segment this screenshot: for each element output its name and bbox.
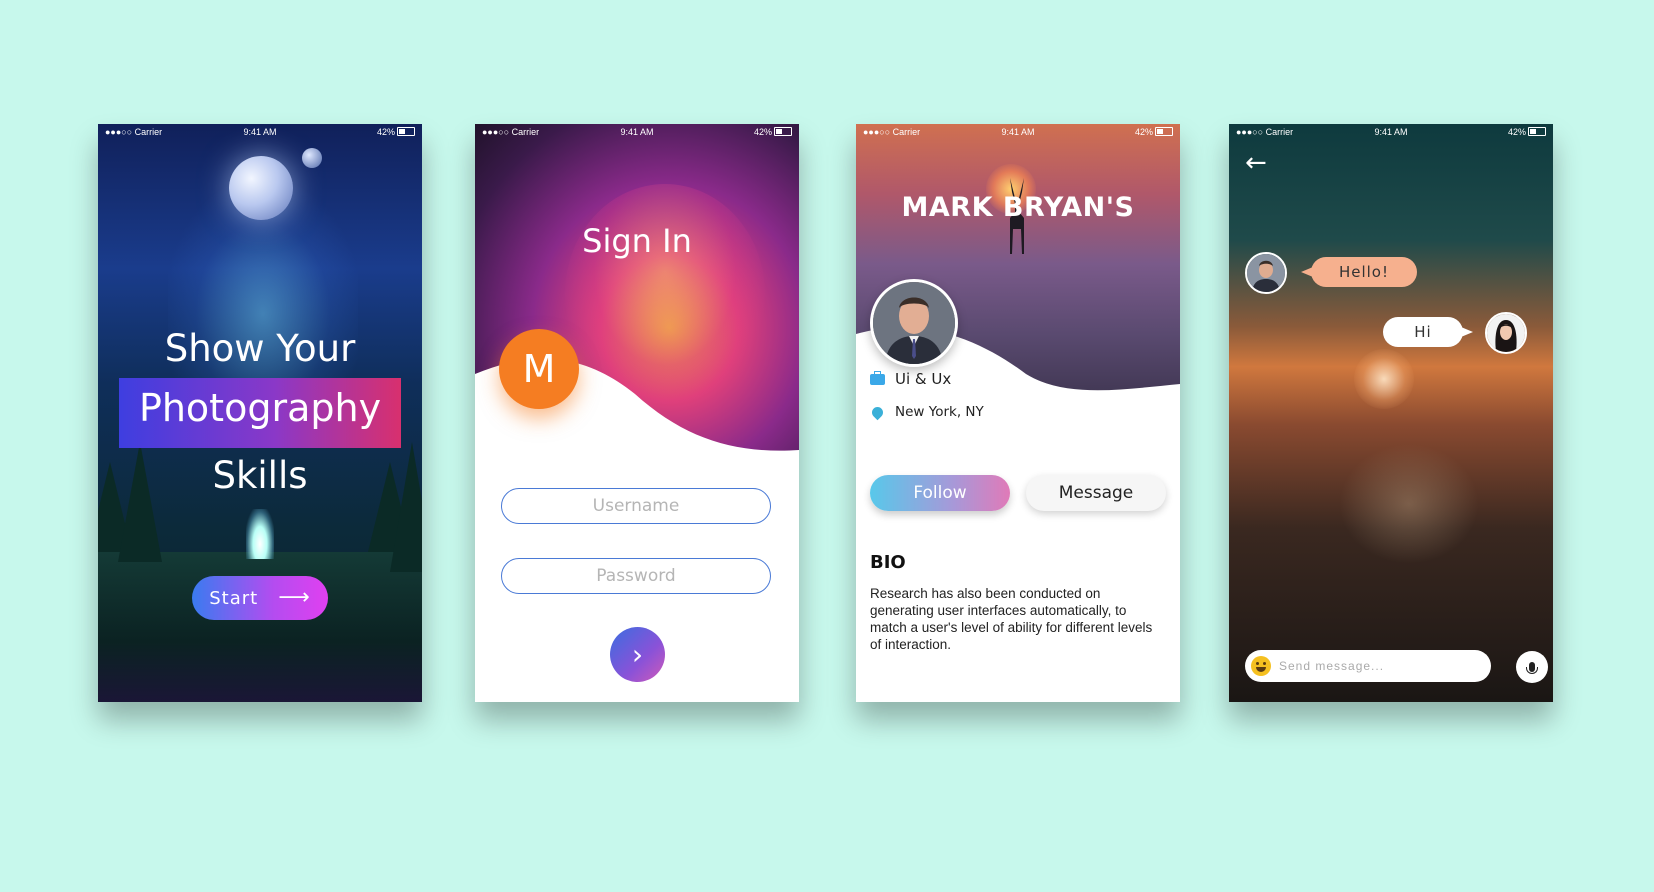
profile-screen: ●●●○○ Carrier 9:41 AM 42% MARK BRYAN'S U… [856,124,1180,702]
deer-silhouette [1010,178,1024,254]
message-placeholder: Send message... [1279,659,1385,673]
location-row: New York, NY [869,404,984,420]
clock-label: 9:41 AM [620,127,654,137]
start-button[interactable]: Start ⟶ [192,576,328,620]
small-moon-graphic [302,148,322,168]
back-arrow-icon[interactable]: ← [1245,148,1267,178]
job-row: Ui & Ux [870,370,951,388]
avatar[interactable]: M [499,329,579,409]
battery-label: 42% [753,127,772,137]
location-label: New York, NY [895,404,984,420]
battery-icon [397,127,415,136]
status-bar: ●●●○○ Carrier 9:41 AM 42% [98,124,422,140]
forest-ground [98,552,422,702]
avatar[interactable] [870,279,958,367]
incoming-message-text: Hello! [1338,263,1390,281]
message-input[interactable]: Send message... [1245,650,1491,682]
status-bar: ●●●○○ Carrier 9:41 AM 42% [856,124,1180,140]
clock-label: 9:41 AM [1374,127,1408,137]
chat-screen: ●●●○○ Carrier 9:41 AM 42% ← Hello! Hi Se… [1229,124,1553,702]
submit-button[interactable]: › [610,627,665,682]
start-label: Start [209,587,259,609]
follow-button[interactable]: Follow [870,475,1010,511]
onboarding-screen: ●●●○○ Carrier 9:41 AM 42% Show Your Phot… [98,124,422,702]
briefcase-icon [870,370,885,385]
outgoing-message-bubble: Hi [1383,317,1473,347]
man-avatar-photo [1247,254,1285,292]
clock-label: 9:41 AM [1001,127,1035,137]
person-photo [873,282,955,364]
follow-label: Follow [913,483,967,503]
headline-line-3: Skills [212,454,308,497]
battery-label: 42% [1134,127,1153,137]
headline-line-1: Show Your [164,327,356,370]
arrow-right-icon: ⟶ [278,585,311,610]
password-placeholder: Password [596,566,676,586]
microphone-icon [1526,662,1538,674]
outgoing-message-text: Hi [1414,323,1432,341]
woman-avatar-photo [1487,314,1525,352]
sender-avatar[interactable] [1245,252,1287,294]
battery-indicator: 42% [1508,127,1546,137]
battery-indicator: 42% [377,127,415,137]
headline-line-2: Photography [138,386,382,430]
username-placeholder: Username [592,496,680,516]
chevron-right-icon: › [631,638,644,671]
incoming-message-bubble: Hello! [1301,257,1417,287]
emoji-icon[interactable] [1251,656,1271,676]
battery-icon [1528,127,1546,136]
moon-graphic [229,156,293,220]
sun-glow [1354,349,1414,409]
page-title: Sign In [582,222,692,260]
message-button[interactable]: Message [1026,475,1166,511]
job-label: Ui & Ux [895,370,952,388]
avatar-letter: M [522,347,556,391]
battery-indicator: 42% [1135,127,1173,137]
battery-icon [1155,127,1173,136]
profile-name: MARK BRYAN'S [901,192,1135,223]
battery-label: 42% [1507,127,1526,137]
username-input[interactable]: Username [501,488,771,524]
campfire-glow [246,509,274,559]
sign-in-screen: ●●●○○ Carrier 9:41 AM 42% Sign In M User… [475,124,799,702]
battery-icon [774,127,792,136]
blurred-background [1339,444,1479,564]
status-bar: ●●●○○ Carrier 9:41 AM 42% [475,124,799,140]
bio-text: Research has also been conducted on gene… [870,586,1153,652]
status-bar: ●●●○○ Carrier 9:41 AM 42% [1229,124,1553,140]
password-input[interactable]: Password [501,558,771,594]
recipient-avatar[interactable] [1485,312,1527,354]
microphone-button[interactable] [1516,651,1548,683]
battery-indicator: 42% [754,127,792,137]
clock-label: 9:41 AM [243,127,277,137]
message-label: Message [1058,483,1134,503]
battery-label: 42% [376,127,395,137]
location-pin-icon [869,404,886,420]
bio-heading: BIO [870,552,906,573]
